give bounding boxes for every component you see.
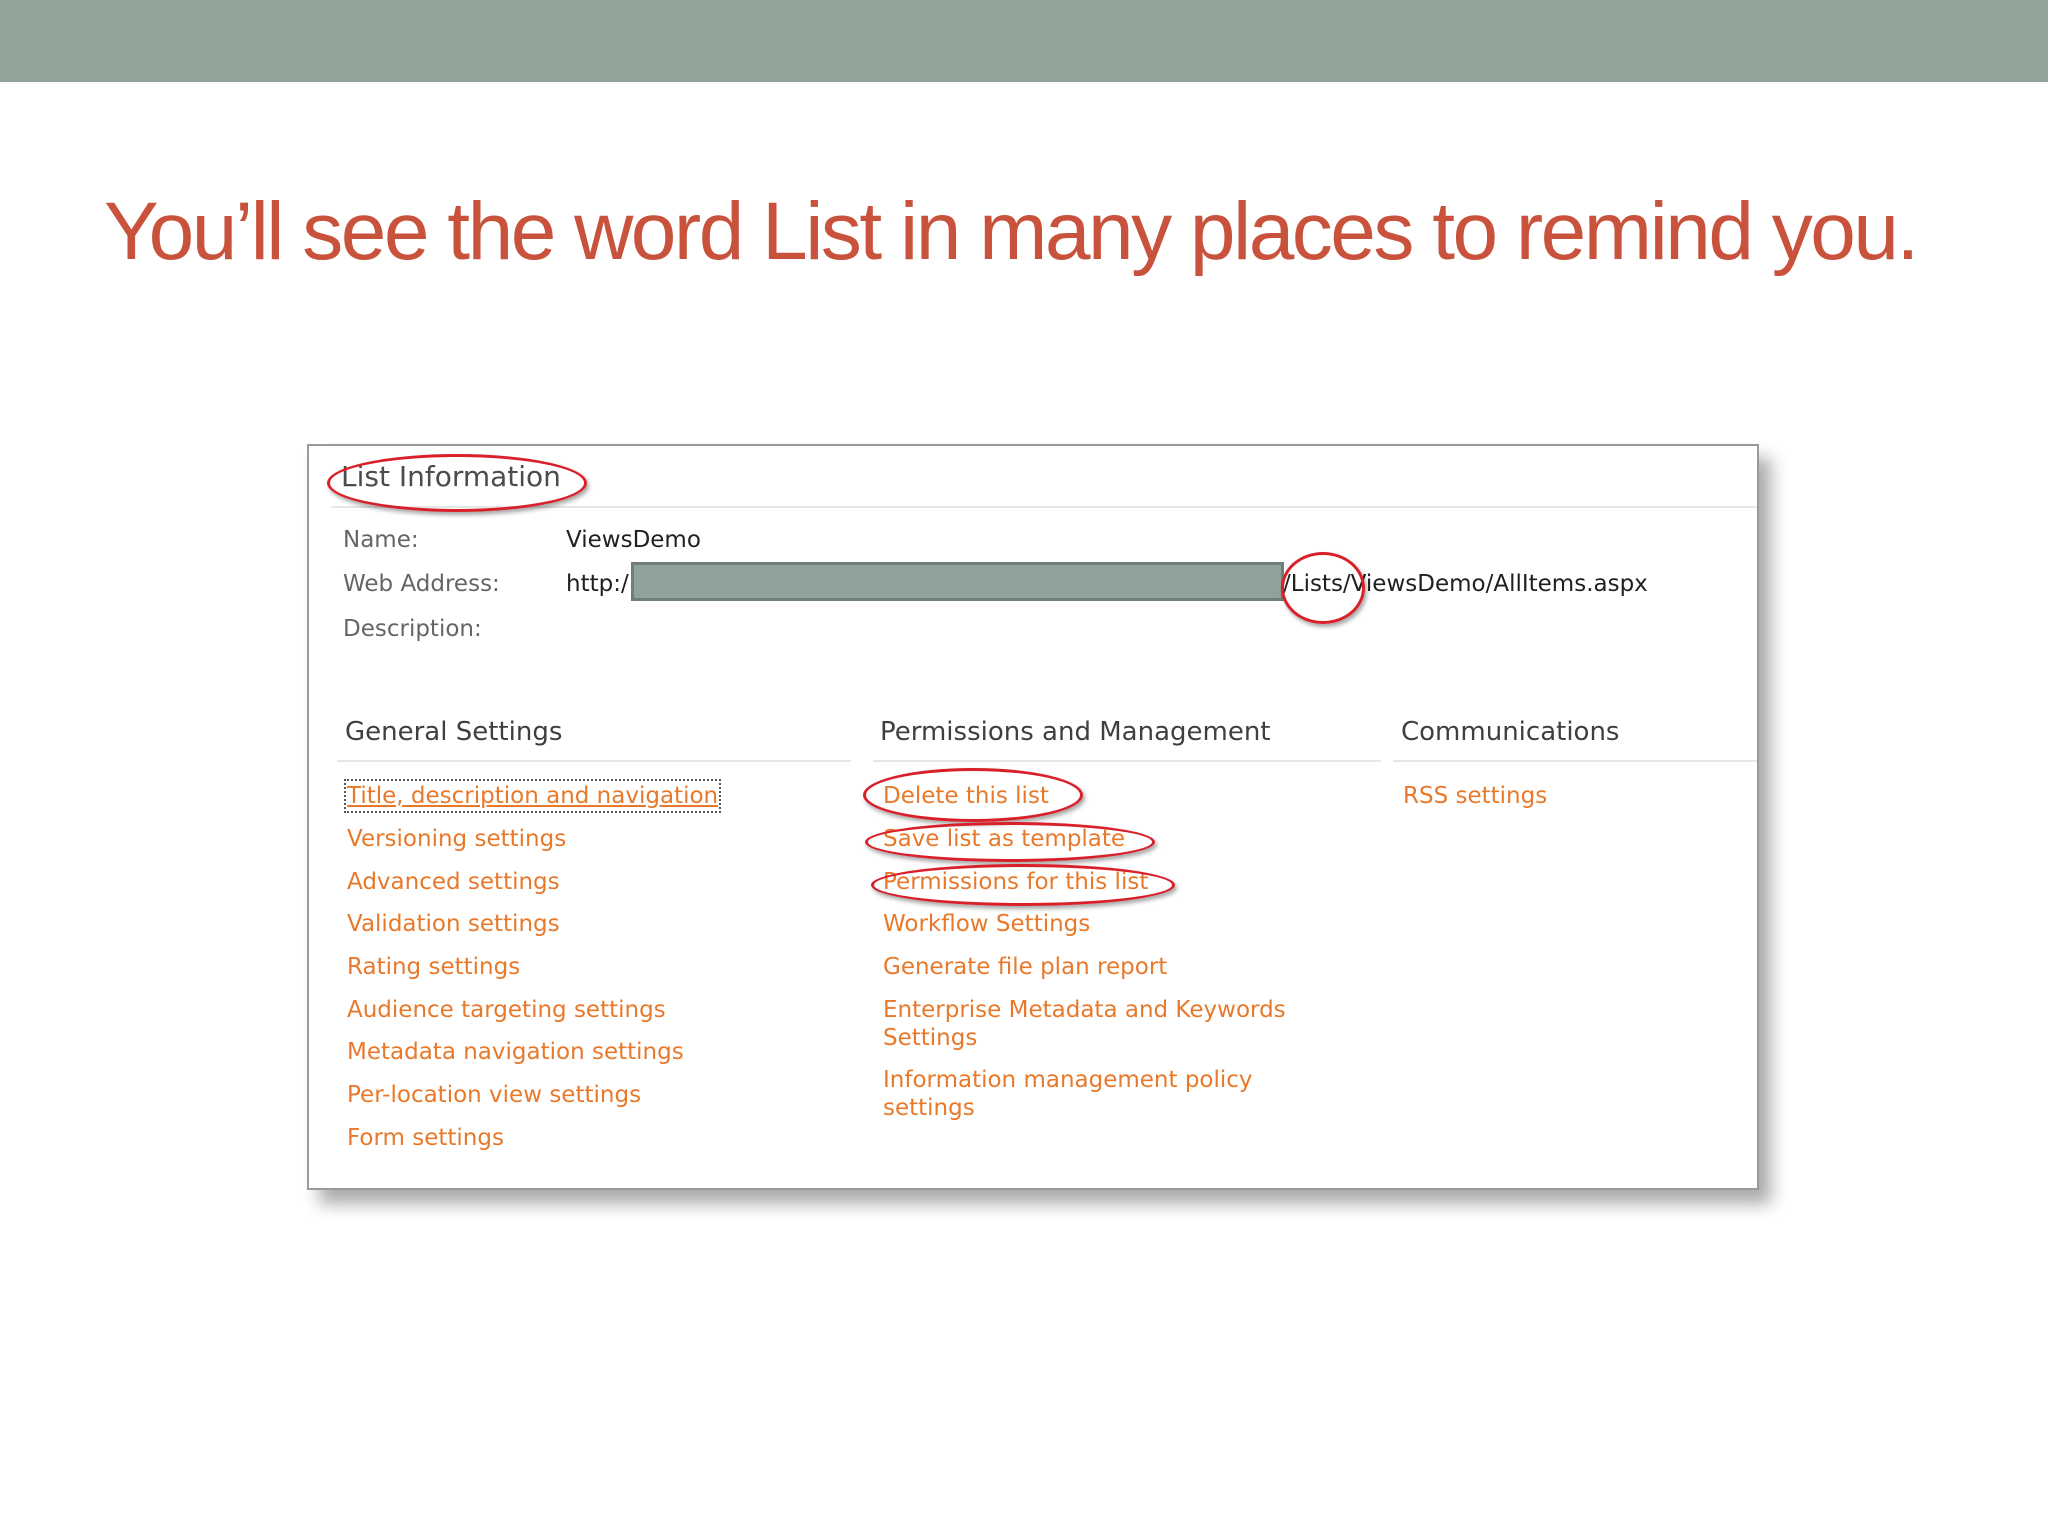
link-information-management-policy-settings[interactable]: Information management policy settings — [883, 1066, 1323, 1122]
web-address-label: Web Address: — [343, 571, 500, 597]
link-enterprise-metadata-keywords-settings[interactable]: Enterprise Metadata and Keywords Setting… — [883, 996, 1323, 1052]
link-delete-this-list[interactable]: Delete this list — [883, 782, 1049, 810]
link-generate-file-plan-report[interactable]: Generate file plan report — [883, 953, 1167, 981]
name-value: ViewsDemo — [566, 527, 701, 553]
slide-title: You’ll see the word List in many places … — [104, 186, 1919, 277]
permissions-management-heading: Permissions and Management — [880, 717, 1271, 747]
link-rating-settings[interactable]: Rating settings — [347, 953, 520, 981]
list-information-heading: List Information — [341, 460, 561, 493]
link-per-location-view-settings[interactable]: Per-location view settings — [347, 1081, 641, 1109]
link-workflow-settings[interactable]: Workflow Settings — [883, 910, 1090, 938]
description-label: Description: — [343, 616, 482, 642]
redacted-url-block — [631, 562, 1284, 601]
top-accent-bar — [0, 0, 2048, 82]
link-audience-targeting-settings[interactable]: Audience targeting settings — [347, 996, 666, 1024]
general-settings-heading: General Settings — [345, 717, 563, 747]
link-form-settings[interactable]: Form settings — [347, 1124, 504, 1152]
link-save-list-as-template[interactable]: Save list as template — [883, 825, 1125, 853]
link-permissions-for-this-list[interactable]: Permissions for this list — [883, 868, 1148, 896]
communications-divider — [1393, 760, 1757, 762]
link-metadata-navigation-settings[interactable]: Metadata navigation settings — [347, 1038, 684, 1066]
heading-divider — [331, 506, 1757, 508]
name-label: Name: — [343, 527, 419, 553]
web-address-prefix: http:/ — [566, 571, 629, 597]
link-validation-settings[interactable]: Validation settings — [347, 910, 560, 938]
link-rss-settings[interactable]: RSS settings — [1403, 782, 1547, 810]
link-versioning-settings[interactable]: Versioning settings — [347, 825, 566, 853]
link-advanced-settings[interactable]: Advanced settings — [347, 868, 560, 896]
web-address-suffix: /Lists/ViewsDemo/AllItems.aspx — [1283, 571, 1648, 597]
list-settings-panel: List Information Name: ViewsDemo Web Add… — [307, 444, 1759, 1190]
communications-heading: Communications — [1401, 717, 1620, 747]
permissions-management-divider — [873, 760, 1381, 762]
general-settings-divider — [337, 760, 851, 762]
link-title-description-navigation[interactable]: Title, description and navigation — [343, 779, 722, 813]
